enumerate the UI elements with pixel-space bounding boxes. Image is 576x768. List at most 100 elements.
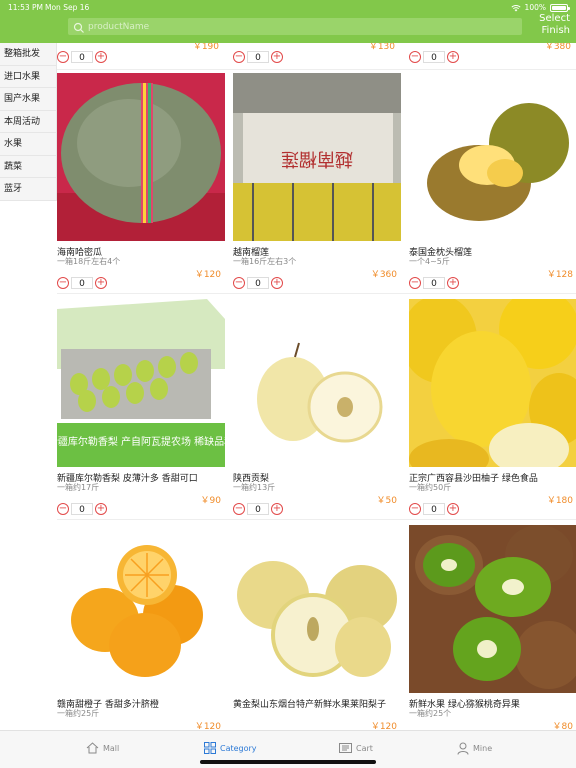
category-sidebar: 整箱批发 进口水果 国产水果 本周活动 水果 蔬菜 蓝牙: [0, 43, 57, 201]
increment-button[interactable]: +: [95, 503, 107, 515]
product-card[interactable]: 陕西贡梨 一箱约13斤 ￥50 − 0 +: [233, 299, 405, 521]
wifi-icon: [510, 4, 521, 12]
battery-percent: 100%: [524, 3, 546, 12]
quantity-stepper: − 0 +: [57, 51, 107, 63]
status-bar: 11:53 PM Mon Sep 16 100%: [0, 2, 576, 14]
product-price: ￥360: [370, 270, 397, 280]
quantity-field[interactable]: 0: [71, 503, 93, 515]
product-image-pear-box[interactable]: 新疆库尔勒香梨 产自阿瓦提农场 稀缺品种: [57, 299, 225, 467]
product-card[interactable]: 新鲜水果 绿心猕猴桃奇异果 一箱约25个 ￥80 − 0 +: [409, 525, 576, 729]
search-bar[interactable]: [68, 18, 522, 35]
home-indicator[interactable]: [200, 760, 376, 764]
product-card[interactable]: 越南榴莲 越南榴莲 一箱16斤左右3个 ￥360 − 0 +: [233, 73, 405, 295]
sidebar-item-domestic-fruit[interactable]: 国产水果: [0, 88, 56, 111]
product-card[interactable]: 黄金梨山东烟台特产新鲜水果莱阳梨子 ￥120 − 0 +: [233, 525, 405, 729]
decrement-button[interactable]: −: [233, 51, 245, 63]
quantity-stepper: − 0 +: [409, 51, 459, 63]
durian-box-print: 越南榴莲: [281, 148, 353, 169]
tab-label-mine: Mine: [473, 743, 493, 753]
increment-button[interactable]: +: [447, 277, 459, 289]
decrement-button[interactable]: −: [57, 277, 69, 289]
select-button[interactable]: Select: [539, 13, 570, 25]
product-card[interactable]: 新疆库尔勒香梨 产自阿瓦提农场 稀缺品种 新疆库尔勒香梨 皮薄汁多 香甜可口 一…: [57, 299, 229, 521]
increment-button[interactable]: +: [271, 277, 283, 289]
product-price: ￥80: [552, 722, 573, 729]
product-image-pear[interactable]: [233, 299, 401, 467]
quantity-field[interactable]: 0: [71, 277, 93, 289]
search-icon: [72, 20, 86, 34]
decrement-button[interactable]: −: [233, 503, 245, 515]
product-card[interactable]: 泰国金枕头榴莲 一个4~5斤 ￥128 − 0 +: [409, 73, 576, 295]
sidebar-item-imported-fruit[interactable]: 进口水果: [0, 66, 56, 88]
decrement-button[interactable]: −: [409, 277, 421, 289]
product-price: ￥120: [194, 722, 221, 729]
product-name: 黄金梨山东烟台特产新鲜水果莱阳梨子: [233, 700, 387, 710]
quantity-field[interactable]: 0: [247, 277, 269, 289]
tab-label-cart: Cart: [356, 743, 373, 753]
product-price: ￥380: [544, 43, 571, 52]
tab-label-mall: Mall: [103, 743, 120, 753]
product-price: ￥50: [376, 496, 397, 506]
row-divider: [57, 519, 576, 520]
quantity-field[interactable]: 0: [247, 503, 269, 515]
increment-button[interactable]: +: [271, 51, 283, 63]
decrement-button[interactable]: −: [409, 503, 421, 515]
product-image-pomelo[interactable]: [409, 299, 576, 467]
tab-category[interactable]: Category: [204, 739, 257, 757]
product-description: 一箱约50斤: [409, 483, 452, 492]
tab-cart[interactable]: Cart: [339, 739, 373, 757]
product-description: 一箱约13斤: [233, 483, 276, 492]
tab-mall[interactable]: Mall: [86, 739, 119, 757]
tab-mine[interactable]: Mine: [457, 739, 492, 757]
product-price: ￥90: [200, 496, 221, 506]
product-price: ￥180: [546, 496, 573, 506]
increment-button[interactable]: +: [447, 503, 459, 515]
row-divider: [57, 293, 576, 294]
product-card[interactable]: 海南哈密瓜 一箱18斤左右4个 ￥120 − 0 +: [57, 73, 229, 295]
sidebar-item-wholesale[interactable]: 整箱批发: [0, 43, 56, 66]
quantity-stepper: − 0 +: [409, 503, 459, 515]
product-image-durian-box[interactable]: 越南榴莲: [233, 73, 401, 241]
decrement-button[interactable]: −: [233, 277, 245, 289]
product-image-golden-pear[interactable]: [233, 525, 401, 693]
product-image-cantaloupe[interactable]: [57, 73, 225, 241]
partial-product-row: ￥190 − 0 + ￥130 − 0 + ￥380 − 0 +: [57, 43, 576, 67]
product-price: ￥120: [194, 270, 221, 280]
product-card[interactable]: 正宗广西容县沙田柚子 绿色食品 一箱约50斤 ￥180 − 0 +: [409, 299, 576, 521]
decrement-button[interactable]: −: [57, 51, 69, 63]
row-divider: [57, 69, 576, 70]
decrement-button[interactable]: −: [57, 503, 69, 515]
sidebar-item-weekly-event[interactable]: 本周活动: [0, 111, 56, 133]
increment-button[interactable]: +: [271, 503, 283, 515]
product-image-durian[interactable]: [409, 73, 576, 241]
product-image-orange[interactable]: [57, 525, 225, 693]
sidebar-item-fruit[interactable]: 水果: [0, 133, 56, 156]
quantity-field[interactable]: 0: [71, 51, 93, 63]
increment-button[interactable]: +: [447, 51, 459, 63]
product-card[interactable]: 赣南甜橙子 香甜多汁脐橙 一箱约25斤 ￥120 − 0 +: [57, 525, 229, 729]
battery-fill: [552, 5, 566, 10]
product-grid-area: ￥190 − 0 + ￥130 − 0 + ￥380 − 0 + 海南哈密瓜 一…: [57, 43, 576, 729]
partial-card: ￥380 − 0 +: [409, 43, 576, 67]
product-price: ￥120: [370, 722, 397, 729]
status-right: 100%: [510, 3, 570, 12]
quantity-field[interactable]: 0: [247, 51, 269, 63]
sidebar-item-vegetables[interactable]: 蔬菜: [0, 156, 56, 178]
quantity-field[interactable]: 0: [423, 51, 445, 63]
select-finish-buttons: Select Finish: [539, 13, 570, 37]
product-price: ￥130: [368, 43, 395, 52]
quantity-field[interactable]: 0: [423, 277, 445, 289]
finish-button[interactable]: Finish: [539, 25, 570, 37]
quantity-stepper: − 0 +: [409, 277, 459, 289]
decrement-button[interactable]: −: [409, 51, 421, 63]
increment-button[interactable]: +: [95, 277, 107, 289]
quantity-stepper: − 0 +: [57, 277, 107, 289]
sidebar-item-bluetooth[interactable]: 蓝牙: [0, 178, 56, 201]
search-input[interactable]: [86, 18, 522, 35]
quantity-field[interactable]: 0: [423, 503, 445, 515]
product-description: 一个4~5斤: [409, 257, 450, 266]
product-price: ￥128: [546, 270, 573, 280]
product-description: 一箱16斤左右3个: [233, 257, 297, 266]
product-image-kiwi[interactable]: [409, 525, 576, 693]
increment-button[interactable]: +: [95, 51, 107, 63]
